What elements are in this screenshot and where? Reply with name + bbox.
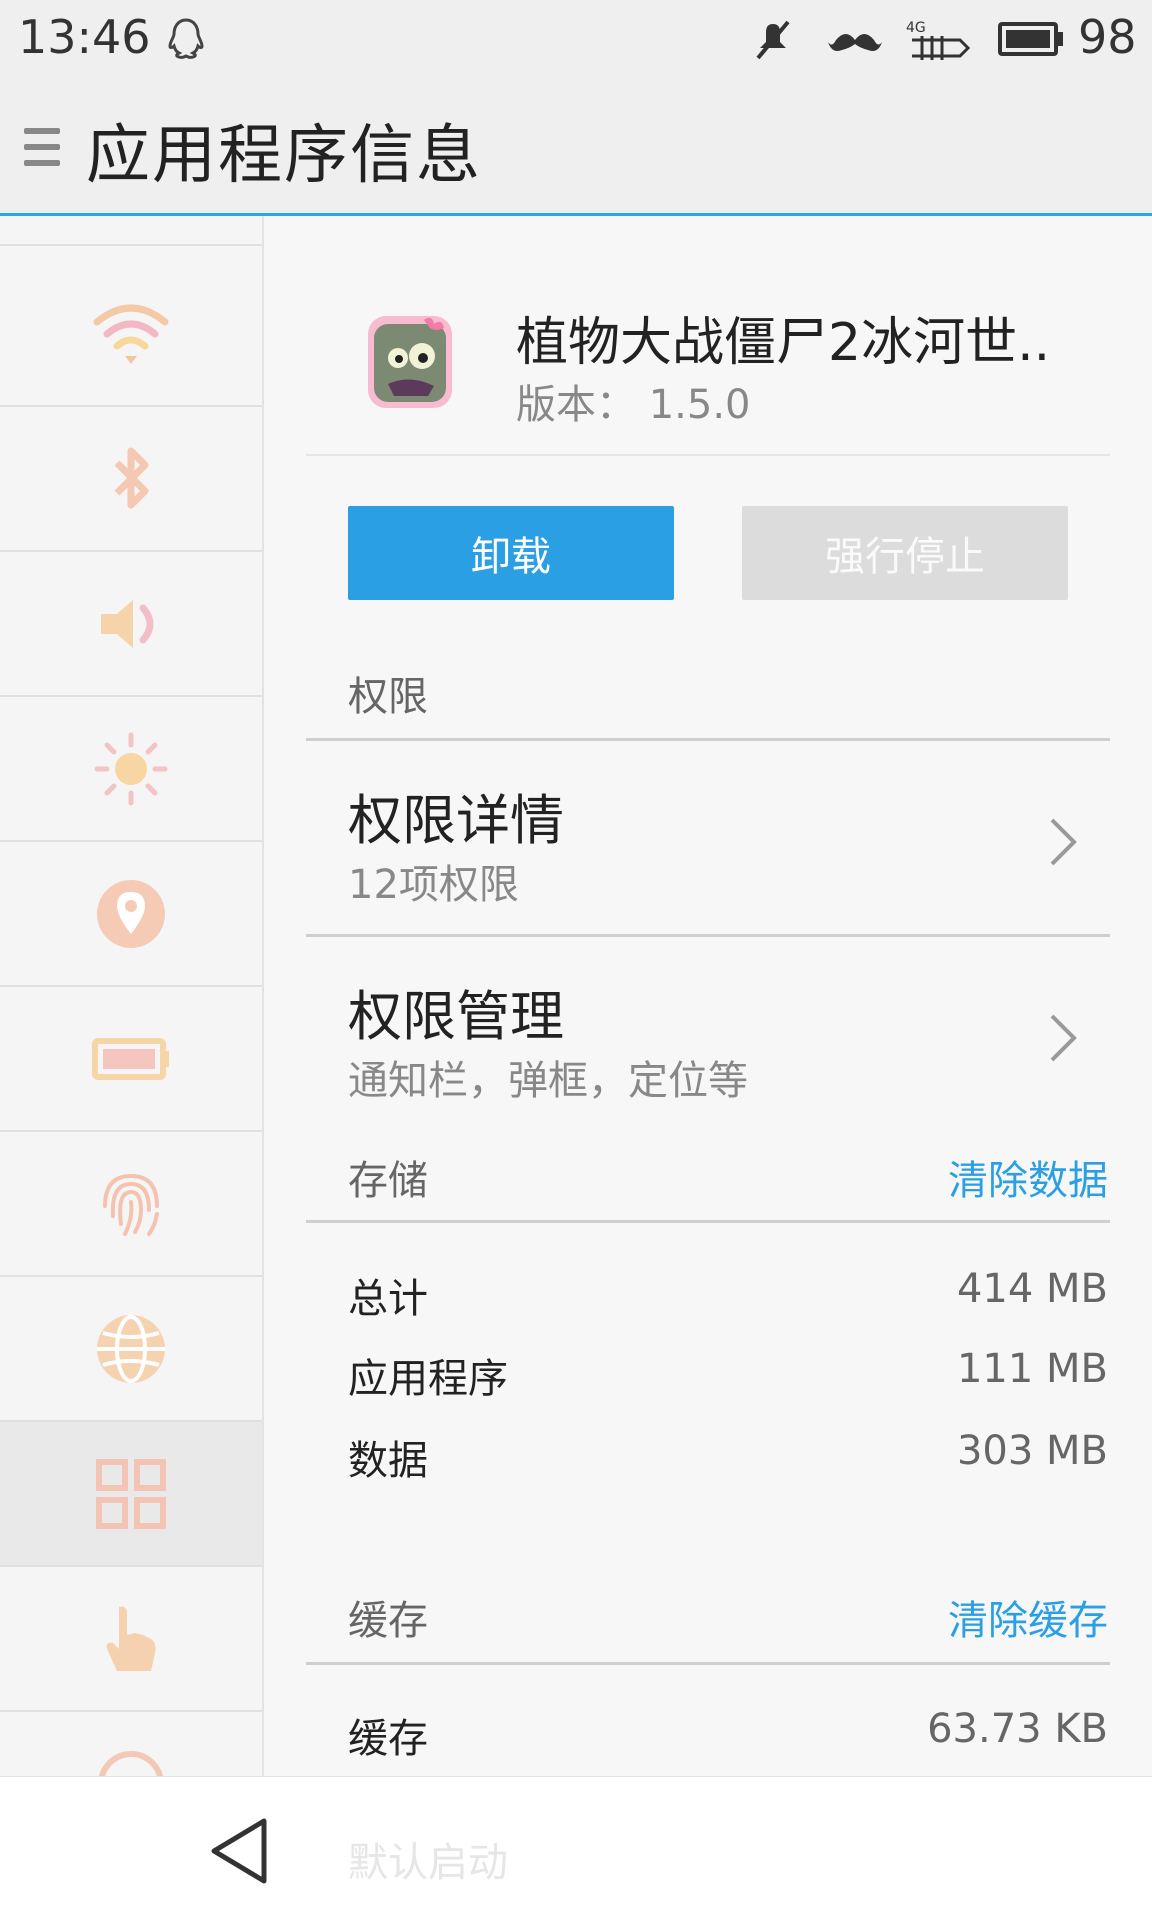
storage-data-label: 数据: [348, 1438, 428, 1484]
app-version: 版本： 1.5.0: [516, 382, 751, 428]
wifi-icon: [93, 304, 169, 364]
permission-management-sub: 通知栏，弹框，定位等: [348, 1058, 748, 1104]
apps-grid-icon: [96, 1458, 166, 1529]
cache-value: 63.73 KB: [927, 1706, 1108, 1752]
brightness-icon: [94, 732, 168, 805]
battery-tip: [1058, 32, 1063, 46]
permission-details-sub: 12项权限: [348, 862, 519, 908]
mute-icon: [756, 20, 790, 60]
hand-gesture-icon: [106, 1606, 156, 1671]
divider: [306, 934, 1110, 937]
permissions-section-label: 权限: [348, 674, 428, 720]
sidebar-item-battery[interactable]: [0, 987, 262, 1132]
battery-icon: [998, 22, 1058, 56]
app-name: 植物大战僵尸2冰河世..: [516, 313, 1051, 373]
mustache-icon: [828, 34, 882, 51]
permission-details-title: 权限详情: [348, 789, 564, 852]
clear-data-button[interactable]: 清除数据: [948, 1148, 1108, 1206]
cache-label: 缓存: [348, 1716, 428, 1762]
storage-app-label: 应用程序: [348, 1356, 508, 1402]
back-icon[interactable]: [206, 1815, 272, 1887]
storage-data-value: 303 MB: [956, 1428, 1108, 1474]
settings-sidebar: [0, 216, 264, 1776]
storage-total-value: 414 MB: [956, 1266, 1108, 1312]
sidebar-item-about[interactable]: [0, 1712, 262, 1776]
storage-section-label: 存储: [348, 1158, 428, 1204]
bluetooth-icon: [114, 447, 149, 508]
divider: [306, 1220, 1110, 1223]
navigation-bar: [0, 1776, 1152, 1921]
app-icon: [368, 316, 452, 408]
divider: [306, 738, 1110, 741]
uninstall-button[interactable]: 卸载: [348, 506, 674, 600]
info-icon: [98, 1750, 164, 1776]
cache-section-label: 缓存: [348, 1598, 428, 1644]
sidebar-item-sound[interactable]: [0, 552, 262, 697]
battery-icon: [92, 1037, 169, 1080]
globe-icon: [97, 1314, 165, 1383]
sidebar-item-display[interactable]: [0, 697, 262, 842]
storage-app-value: 111 MB: [956, 1346, 1108, 1392]
location-icon: [97, 879, 165, 948]
permission-management-title: 权限管理: [348, 985, 564, 1048]
sidebar-item-wifi[interactable]: [0, 262, 262, 407]
clear-cache-button[interactable]: 清除缓存: [948, 1588, 1108, 1646]
status-bar: 13:46 4G 98: [0, 0, 1152, 80]
sidebar-item-top[interactable]: [0, 216, 262, 246]
storage-total-label: 总计: [348, 1276, 428, 1322]
chevron-right-icon: [1050, 818, 1077, 866]
sidebar-item-gestures[interactable]: [0, 1567, 262, 1712]
menu-icon[interactable]: [24, 128, 60, 168]
default-launch-ghost-text: 默认启动: [348, 1840, 508, 1886]
app-info-panel: 植物大战僵尸2冰河世.. 版本： 1.5.0 卸载 强行停止 权限 权限详情 1…: [264, 216, 1152, 1776]
page-title: 应用程序信息: [86, 119, 482, 193]
sidebar-item-fingerprint[interactable]: [0, 1132, 262, 1277]
status-time: 13:46: [18, 10, 151, 64]
fingerprint-icon: [103, 1173, 159, 1236]
4g-signal-icon: 4G: [906, 20, 970, 60]
qq-icon: [168, 18, 204, 59]
force-stop-button[interactable]: 强行停止: [742, 506, 1068, 600]
chevron-right-icon: [1050, 1014, 1077, 1062]
svg-text:4G: 4G: [906, 20, 926, 36]
divider: [306, 1662, 1110, 1665]
zombie-app-icon: [374, 317, 446, 402]
sidebar-item-apps[interactable]: [0, 1422, 262, 1567]
speaker-icon: [101, 599, 154, 648]
battery-level: 98: [1078, 10, 1137, 64]
app-bar: 应用程序信息: [0, 80, 1152, 216]
divider: [306, 454, 1110, 456]
sidebar-item-bluetooth[interactable]: [0, 407, 262, 552]
sidebar-item-network[interactable]: [0, 1277, 262, 1422]
sidebar-item-location[interactable]: [0, 842, 262, 987]
